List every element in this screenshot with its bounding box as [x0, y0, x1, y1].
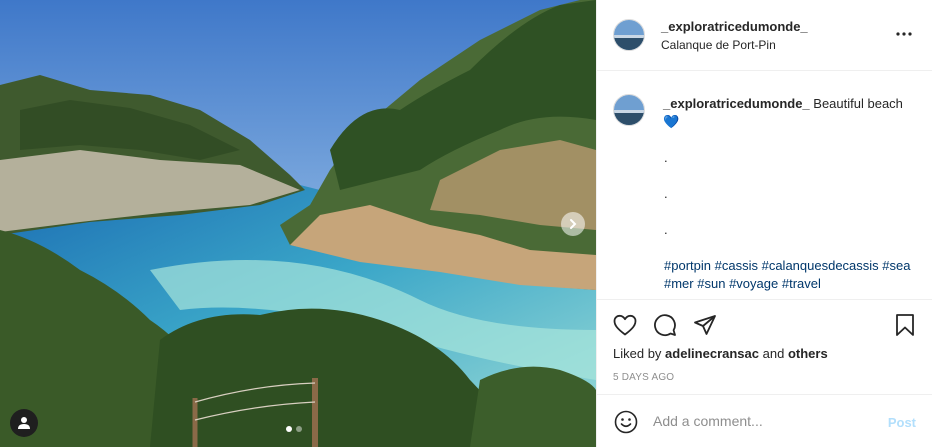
share-button[interactable] [692, 312, 718, 338]
hashtag-link[interactable]: #sun [697, 276, 725, 291]
bookmark-icon [896, 314, 914, 336]
post-side-panel: _exploratricedumonde_ Calanque de Port-P… [596, 0, 932, 447]
heart-icon [613, 314, 637, 336]
comment-bar: Post [597, 394, 932, 448]
user-tag-button[interactable] [10, 409, 38, 437]
avatar-image [614, 95, 644, 125]
caption: _exploratricedumonde_ Beautiful beach 💙 [663, 95, 903, 131]
liked-by-others-link[interactable]: others [788, 346, 828, 361]
comment-input[interactable] [653, 413, 873, 429]
post-photo[interactable] [0, 0, 596, 447]
emoji-button[interactable] [613, 409, 639, 435]
carousel-dot [296, 426, 302, 432]
header-location[interactable]: Calanque de Port-Pin [661, 38, 776, 52]
caption-text: Beautiful beach [813, 96, 903, 111]
post-actions: Liked by adelinecransac and others 5 DAY… [597, 299, 932, 395]
caption-dot-line: . [664, 186, 668, 201]
post-header: _exploratricedumonde_ Calanque de Port-P… [597, 0, 932, 71]
hashtag-list: #portpin #cassis #calanquesdecassis #sea… [664, 257, 914, 293]
user-tag-icon [18, 417, 30, 429]
more-options-icon [896, 32, 912, 36]
liked-by-and: and [762, 346, 785, 361]
post-timestamp[interactable]: 5 DAYS AGO [613, 372, 674, 383]
carousel-dot-active [286, 426, 292, 432]
avatar[interactable] [613, 19, 645, 51]
comment-icon [654, 314, 676, 337]
hashtag-link[interactable]: #portpin [664, 258, 711, 273]
caption-avatar[interactable] [613, 94, 645, 126]
hashtag-link[interactable]: #travel [782, 276, 821, 291]
hashtag-link[interactable]: #mer [664, 276, 694, 291]
hashtag-link[interactable]: #sea [882, 258, 910, 273]
liked-by-user-link[interactable]: adelinecransac [665, 346, 759, 361]
blue-heart-emoji: 💙 [663, 114, 680, 129]
hashtag-link[interactable]: #voyage [729, 276, 778, 291]
like-button[interactable] [612, 312, 638, 338]
comment-button[interactable] [652, 312, 678, 338]
caption-username[interactable]: _exploratricedumonde_ [663, 96, 810, 111]
caption-dot-line: . [664, 222, 668, 237]
paper-plane-icon [694, 315, 716, 335]
more-options-button[interactable] [892, 22, 916, 46]
hashtag-link[interactable]: #cassis [715, 258, 758, 273]
chevron-right-icon [570, 219, 577, 229]
hashtag-link[interactable]: #calanquesdecassis [762, 258, 879, 273]
calanque-photo [0, 0, 596, 447]
liked-by-summary: Liked by adelinecransac and others [613, 346, 828, 361]
header-username[interactable]: _exploratricedumonde_ [661, 19, 808, 34]
caption-dot-line: . [664, 150, 668, 165]
avatar-image [614, 20, 644, 50]
liked-by-prefix: Liked by [613, 346, 662, 361]
smiley-icon [614, 410, 638, 434]
post-comment-button[interactable]: Post [888, 415, 916, 430]
carousel-next-button[interactable] [561, 212, 585, 236]
carousel-indicator [286, 426, 302, 432]
save-button[interactable] [892, 312, 918, 338]
